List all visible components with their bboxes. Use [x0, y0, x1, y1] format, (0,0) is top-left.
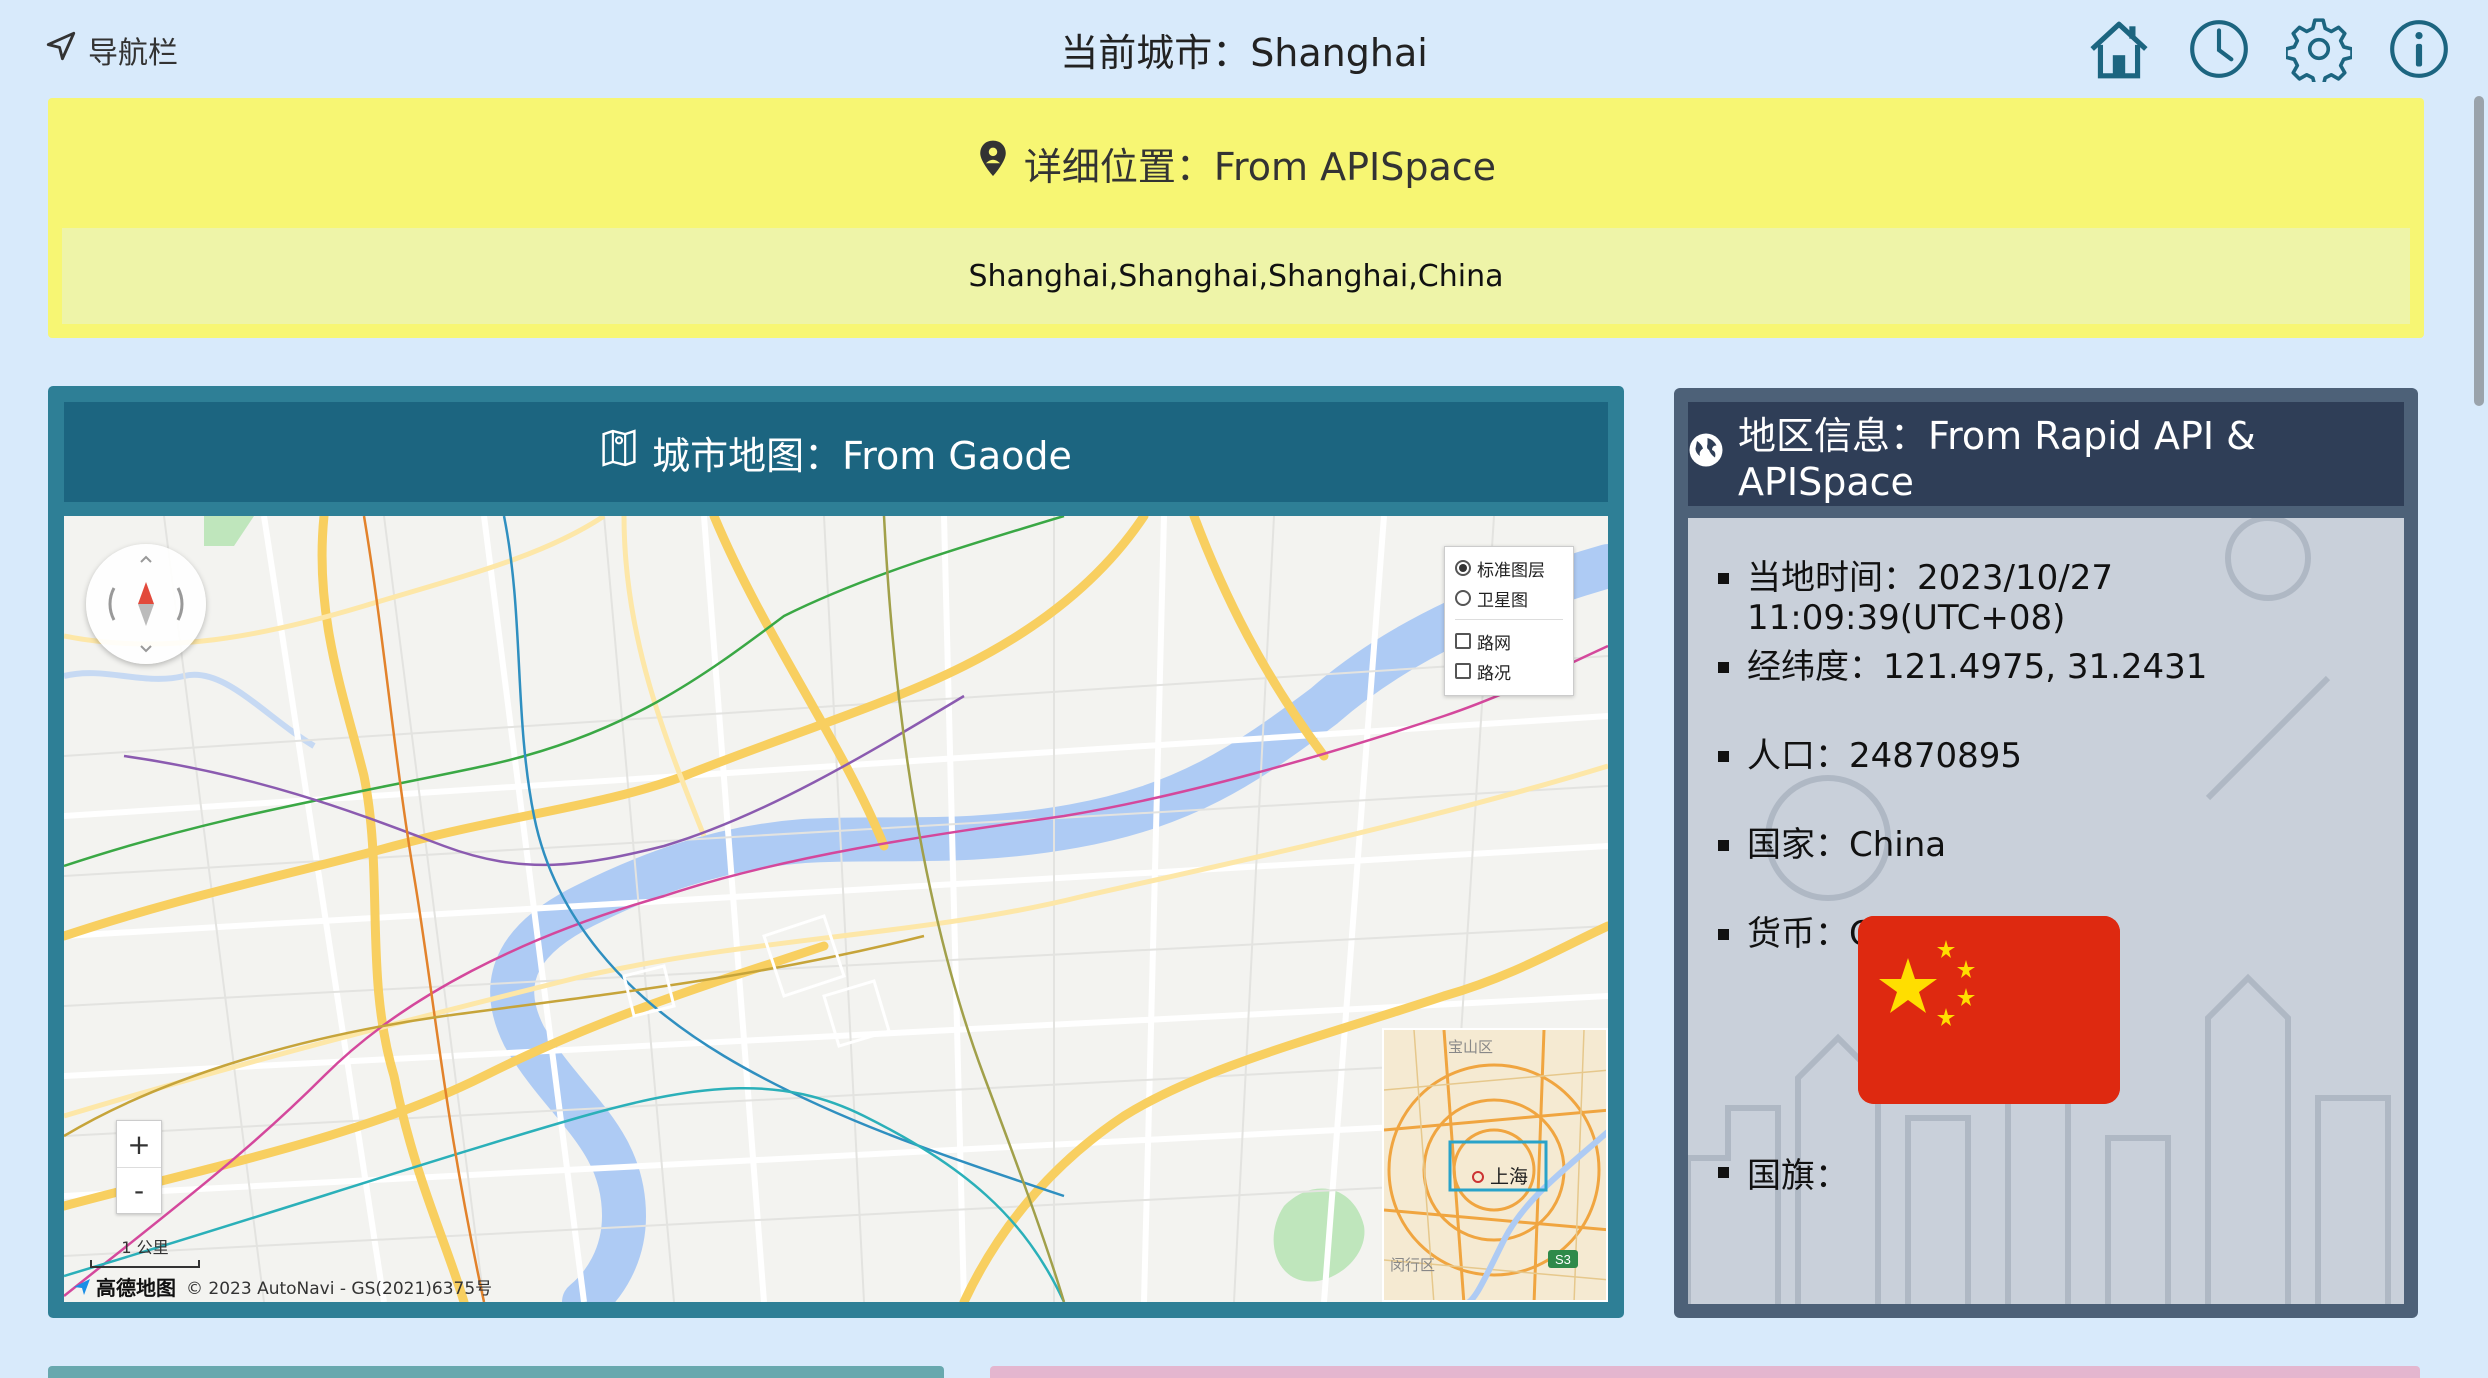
local-time-item: 当地时间：2023/10/27 11:09:39(UTC+08)	[1718, 558, 2404, 647]
map-attribution: 高德地图 © 2023 AutoNavi - GS(2021)6375号	[72, 1272, 492, 1301]
layer-roadnet[interactable]: 路网	[1455, 626, 1563, 656]
minimap-tiles: 宝山区 上海 闵行区 S3	[1384, 1030, 1606, 1300]
globe-icon	[1688, 432, 1724, 477]
coordinates-item: 经纬度：121.4975, 31.2431	[1718, 647, 2404, 736]
top-bar: 导航栏 当前城市：Shanghai	[0, 0, 2488, 100]
map-scale: 1 公里	[90, 1234, 200, 1268]
location-header: 详细位置：From APISpace	[48, 98, 2424, 228]
region-info-card: 地区信息：From Rapid API & APISpace 当地时间：2023…	[1674, 388, 2418, 1318]
zoom-out-button[interactable]: -	[117, 1167, 161, 1213]
page-scrollbar[interactable]	[2474, 96, 2484, 406]
radio-selected-icon	[1455, 560, 1471, 576]
china-flag-icon	[1858, 916, 2120, 1104]
copyright-text: © 2023 AutoNavi - GS(2021)6375号	[186, 1279, 493, 1299]
layer-divider	[1455, 619, 1563, 620]
location-card: 详细位置：From APISpace Shanghai,Shanghai,Sha…	[48, 98, 2424, 338]
top-icon-group	[2086, 16, 2452, 88]
gear-icon[interactable]	[2284, 16, 2354, 88]
flag-label: 国旗：	[1718, 1148, 1849, 1197]
amap-logo-text: 高德地图	[96, 1276, 176, 1300]
scale-label: 1 公里	[121, 1238, 169, 1257]
compass-icon	[108, 555, 184, 653]
layer-roadnet-label: 路网	[1477, 633, 1511, 654]
layer-switcher: 标准图层 卫星图 路网 路况	[1444, 546, 1574, 696]
layer-satellite[interactable]: 卫星图	[1455, 583, 1563, 613]
minimap-label-south: 闵行区	[1390, 1257, 1435, 1274]
info-icon[interactable]	[2386, 16, 2452, 82]
next-card-left-edge	[48, 1366, 944, 1378]
zoom-in-button[interactable]: +	[117, 1121, 161, 1167]
compass-control[interactable]	[86, 544, 206, 664]
region-title: 地区信息：From Rapid API & APISpace	[1738, 413, 2256, 504]
minimap-label-north: 宝山区	[1448, 1039, 1493, 1056]
location-title: 详细位置：From APISpace	[1023, 144, 1497, 189]
layer-standard-label: 标准图层	[1477, 560, 1545, 581]
layer-traffic-label: 路况	[1477, 663, 1511, 684]
minimap-road-badge: S3	[1555, 1252, 1571, 1267]
radio-icon	[1455, 590, 1471, 606]
layer-traffic[interactable]: 路况	[1455, 656, 1563, 686]
checkbox-icon	[1455, 663, 1471, 679]
layer-satellite-label: 卫星图	[1477, 590, 1528, 611]
region-body: 当地时间：2023/10/27 11:09:39(UTC+08) 经纬度：121…	[1688, 518, 2404, 1304]
overview-minimap[interactable]: 宝山区 上海 闵行区 S3	[1382, 1028, 1608, 1302]
city-map[interactable]: 标准图层 卫星图 路网 路况 + - 1 公里 高德地图 © 2023 Auto…	[64, 516, 1608, 1302]
minimap-label-center: 上海	[1490, 1166, 1528, 1188]
map-icon	[600, 428, 638, 477]
map-tiles	[64, 516, 1608, 1302]
country-item: 国家：China	[1718, 825, 2404, 914]
layer-standard[interactable]: 标准图层	[1455, 553, 1563, 583]
map-card: 城市地图：From Gaode 标准图层 卫星图 路网 路况 + - 1 公里 …	[48, 386, 1624, 1318]
location-pin-icon	[976, 139, 1010, 188]
location-value: Shanghai,Shanghai,Shanghai,China	[62, 228, 2410, 324]
map-title: 城市地图：From Gaode	[652, 433, 1072, 478]
home-icon[interactable]	[2086, 16, 2152, 82]
checkbox-icon	[1455, 633, 1471, 649]
amap-logo-icon	[74, 1278, 90, 1295]
zoom-control: + -	[116, 1120, 162, 1214]
clock-icon[interactable]	[2186, 16, 2252, 82]
scale-bar	[90, 1260, 200, 1268]
next-card-right-edge	[990, 1366, 2420, 1378]
amap-logo[interactable]: 高德地图	[72, 1272, 176, 1301]
region-header: 地区信息：From Rapid API & APISpace	[1688, 402, 2404, 506]
population-item: 人口：24870895	[1718, 736, 2404, 825]
map-header: 城市地图：From Gaode	[64, 402, 1608, 502]
flag-label-text: 国旗：	[1747, 1156, 1849, 1196]
